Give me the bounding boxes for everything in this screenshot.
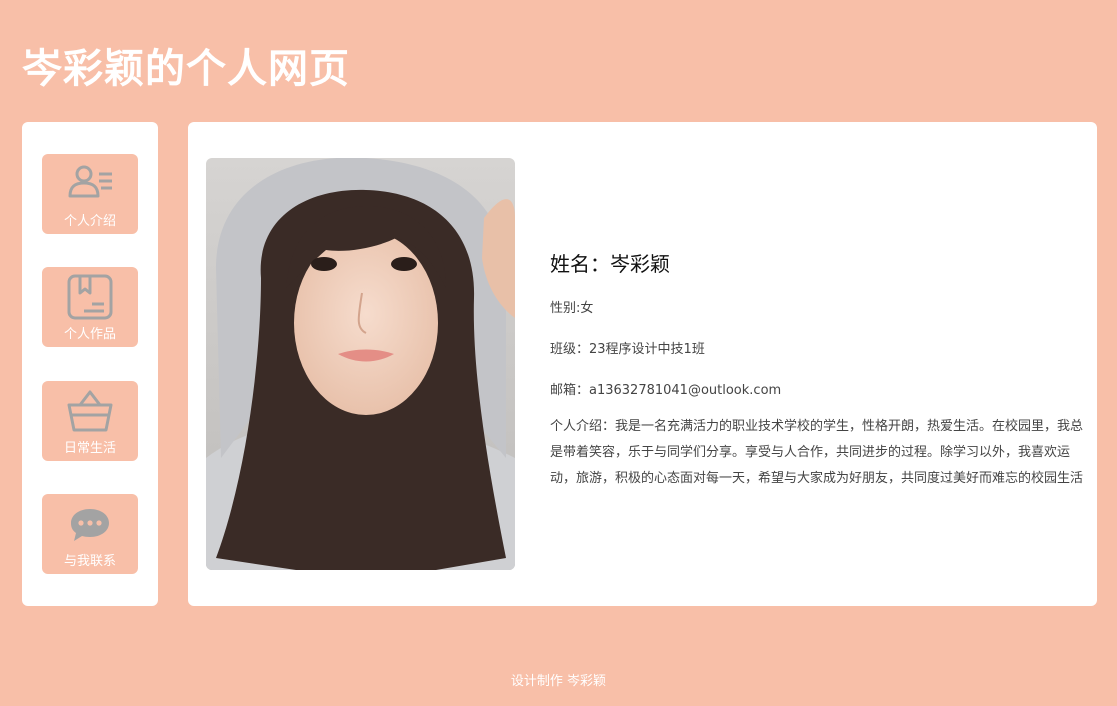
profile-gender: 性别:女 (550, 301, 594, 316)
profile-card: 姓名：岑彩颖 性别:女 班级：23程序设计中技1班 邮箱：a1363278104… (188, 122, 1097, 606)
profile-class: 班级：23程序设计中技1班 (550, 342, 705, 357)
basket-icon (67, 390, 113, 432)
sidebar: 个人介绍 个人作品 日常生活 与我联系 (22, 122, 158, 606)
footer-credit: 设计制作 岑彩颖 (510, 674, 607, 689)
profile-email: 邮箱：a13632781041@outlook.com (550, 383, 782, 398)
sidebar-item-contact[interactable]: 与我联系 (42, 494, 138, 574)
chat-bubble-icon (71, 509, 109, 541)
profile-name: 姓名：岑彩颖 (550, 252, 670, 276)
bookmark-book-icon (67, 274, 113, 320)
person-list-icon (68, 165, 112, 198)
page-title: 岑彩颖的个人网页 (22, 46, 350, 92)
sidebar-item-label: 与我联系 (63, 554, 116, 569)
sidebar-item-label: 个人介绍 (63, 214, 116, 229)
sidebar-item-works[interactable]: 个人作品 (42, 267, 138, 347)
sidebar-item-about[interactable]: 个人介绍 (42, 154, 138, 234)
sidebar-item-label: 日常生活 (63, 441, 116, 456)
sidebar-item-daily-life[interactable]: 日常生活 (42, 381, 138, 461)
sidebar-item-label: 个人作品 (63, 327, 116, 342)
profile-intro: 个人介绍：我是一名充满活力的职业技术学校的学生，性格开朗，热爱生活。在校园里，我… (550, 419, 1084, 486)
profile-photo (206, 158, 515, 570)
profile-info: 姓名：岑彩颖 性别:女 班级：23程序设计中技1班 邮箱：a1363278104… (550, 248, 1090, 505)
